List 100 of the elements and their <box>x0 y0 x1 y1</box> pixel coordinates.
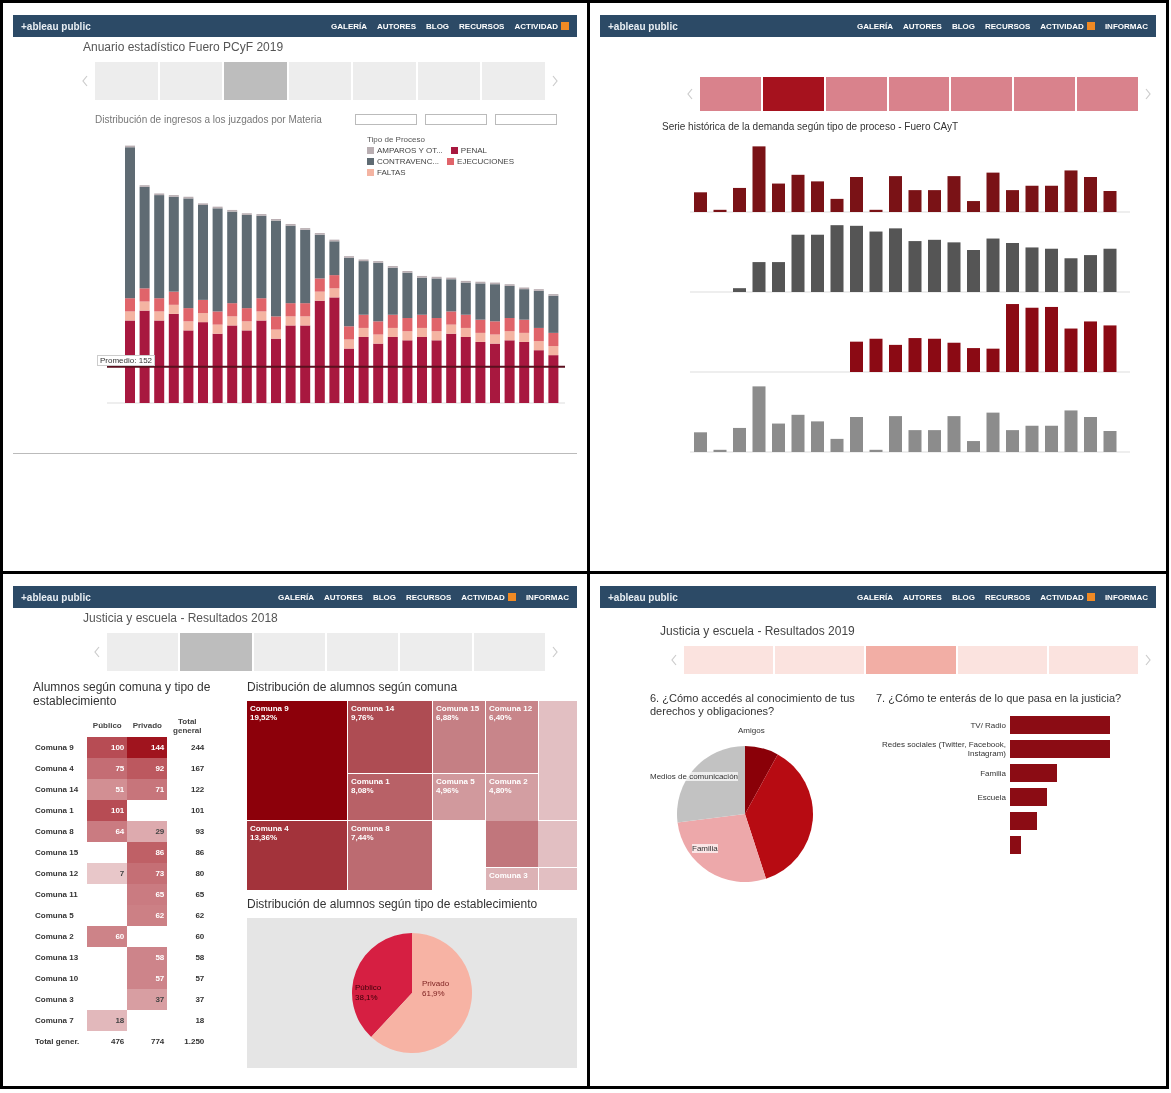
table-cell: 80 <box>167 862 208 884</box>
nav-link[interactable]: ACTIVIDAD <box>514 21 558 31</box>
table-cell: 75 <box>87 757 128 779</box>
legend-label: CONTRAVENC... <box>377 157 440 166</box>
dashboard-tab[interactable] <box>288 62 352 100</box>
bar <box>1010 764 1057 783</box>
column-header: Privado <box>127 714 168 737</box>
logo[interactable]: +ableau public <box>608 20 678 32</box>
nav-link[interactable]: ACTIVIDAD <box>461 592 505 602</box>
nav-link[interactable]: RECURSOS <box>985 21 1031 31</box>
chevron-left-icon[interactable] <box>686 88 694 100</box>
nav-link[interactable]: GALERÍA <box>277 592 314 602</box>
chevron-left-icon[interactable] <box>670 654 678 666</box>
dropdown-field[interactable] <box>495 114 557 125</box>
table-cell: 18 <box>87 1009 128 1031</box>
row-label: Comuna 4 <box>33 757 88 779</box>
dashboard-tab[interactable] <box>888 77 950 111</box>
notification-badge-icon[interactable] <box>507 593 516 601</box>
chevron-right-icon[interactable] <box>1144 654 1152 666</box>
slice-label: Privado <box>422 978 450 988</box>
nav-link[interactable]: BLOG <box>426 21 450 31</box>
chevron-right-icon[interactable] <box>551 646 559 658</box>
chevron-left-icon[interactable] <box>93 646 101 658</box>
tile-value: 4,80% <box>489 785 513 795</box>
tile-label: Comuna 3 <box>489 870 529 880</box>
row-label: Comuna 12 <box>33 862 88 884</box>
legend-label: EJECUCIONES <box>457 157 514 166</box>
tile-value: 19,52% <box>250 712 279 722</box>
dashboard-title: Justicia y escuela - Resultados 2019 <box>660 624 856 638</box>
table-cell: 122 <box>167 778 208 800</box>
tile-label: Comuna 12 <box>489 703 534 713</box>
row-label: Comuna 14 <box>33 778 88 800</box>
bar-label: TV/ Radio <box>969 720 1006 730</box>
row-label: Comuna 5 <box>33 904 88 926</box>
nav-link[interactable]: AUTORES <box>902 21 942 31</box>
bar <box>1010 836 1021 855</box>
bar <box>1010 812 1037 831</box>
tile-label: Comuna 14 <box>351 703 396 713</box>
nav-link[interactable]: RECURSOS <box>985 592 1031 602</box>
nav-link[interactable]: GALERÍA <box>856 21 893 31</box>
chevron-right-icon[interactable] <box>1144 88 1152 100</box>
slice-value: 38,1% <box>355 993 378 1002</box>
dropdown-field[interactable] <box>425 114 487 125</box>
logo[interactable]: +ableau public <box>608 591 678 603</box>
dropdown-field[interactable] <box>355 114 417 125</box>
row-label: Comuna 7 <box>33 1009 88 1031</box>
tile-label: Comuna 9 <box>250 703 290 713</box>
bar-label: Familia <box>979 768 1006 778</box>
tile-value: 7,44% <box>351 832 375 842</box>
nav-link[interactable]: GALERÍA <box>856 592 893 602</box>
table-cell: 58 <box>127 946 168 968</box>
table-cell: 71 <box>127 778 168 800</box>
slice-label: Familia <box>692 844 718 854</box>
tile-label: Comuna 4 <box>250 823 290 833</box>
notification-badge-icon[interactable] <box>1086 22 1095 30</box>
row-label: Comuna 3 <box>33 988 88 1010</box>
table-cell: 86 <box>167 841 208 863</box>
tile-value: 9,76% <box>351 712 375 722</box>
tile-label: Comuna 8 <box>351 823 391 833</box>
tile-value: 6,88% <box>436 712 460 722</box>
row-label: Comuna 13 <box>33 946 88 968</box>
row-label: Comuna 8 <box>33 820 88 842</box>
tile-label: Comuna 5 <box>436 776 476 786</box>
logo[interactable]: +ableau public <box>21 591 91 603</box>
nav-link[interactable]: RECURSOS <box>406 592 452 602</box>
nav-link[interactable]: INFORMAC <box>1104 21 1148 31</box>
table-cell: 60 <box>167 925 208 947</box>
nav-link[interactable]: GALERÍA <box>331 21 367 31</box>
nav-link[interactable]: INFORMAC <box>525 592 569 602</box>
nav-link[interactable]: RECURSOS <box>459 21 505 31</box>
notification-badge-icon[interactable] <box>1086 593 1095 601</box>
row-label: Total gener. <box>33 1030 88 1052</box>
nav-link[interactable]: AUTORES <box>902 592 942 602</box>
nav-link[interactable]: BLOG <box>372 592 396 602</box>
nav-link[interactable]: BLOG <box>951 21 975 31</box>
column-header: Total general <box>167 714 208 737</box>
tile-value: 8,08% <box>351 785 375 795</box>
table-title: Alumnos según comuna y tipo de establecimiento <box>33 681 212 709</box>
row-label: Comuna 1 <box>33 799 88 821</box>
nav-link[interactable]: BLOG <box>951 592 975 602</box>
nav-link[interactable]: INFORMAC <box>1104 592 1148 602</box>
chevron-left-icon[interactable] <box>81 75 89 87</box>
legend-label: AMPAROS Y OT... <box>377 146 443 155</box>
logo[interactable]: +ableau public <box>21 20 91 32</box>
nav-link[interactable]: ACTIVIDAD <box>1040 592 1084 602</box>
table-cell: 37 <box>167 988 208 1010</box>
row-label: Comuna 2 <box>33 925 88 947</box>
nav-link[interactable]: AUTORES <box>323 592 363 602</box>
nav-link[interactable]: AUTORES <box>377 21 416 31</box>
nav-link[interactable]: ACTIVIDAD <box>1040 21 1084 31</box>
table-cell: 62 <box>167 904 208 926</box>
tile-label: Comuna 15 <box>436 703 481 713</box>
table-cell: 37 <box>127 988 168 1010</box>
average-label: Promedio: 152 <box>97 354 156 366</box>
table-cell: 93 <box>167 820 208 842</box>
chevron-right-icon[interactable] <box>551 75 559 87</box>
table-cell: 57 <box>167 967 208 989</box>
chart-title: Distribución de alumnos según comuna <box>247 681 459 695</box>
chart-title: Distribución de alumnos según tipo de establecimiento <box>247 897 539 912</box>
dashboard-tab[interactable] <box>159 62 223 100</box>
